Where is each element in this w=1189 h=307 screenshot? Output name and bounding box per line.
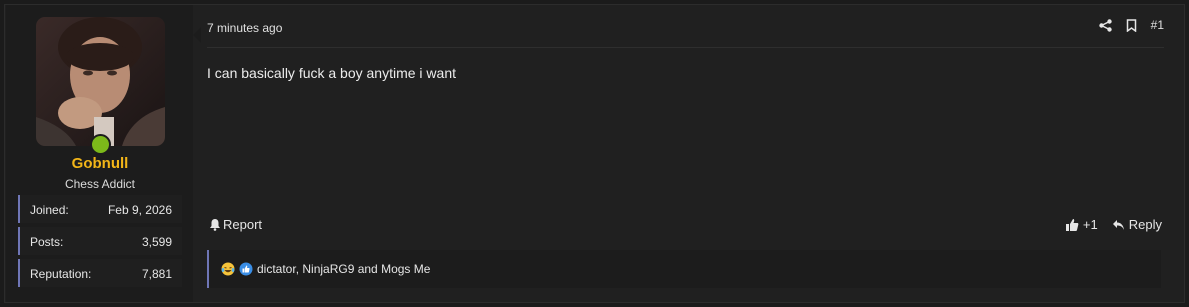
- reactions-text[interactable]: dictator, NinjaRG9 and Mogs Me: [257, 262, 430, 276]
- post-bottom-actions: +1 Reply: [1065, 217, 1162, 232]
- reply-icon: [1112, 219, 1124, 230]
- post-container: Gobnull Chess Addict Joined: Feb 9, 2026…: [4, 4, 1185, 303]
- stat-label: Posts:: [30, 235, 64, 249]
- share-icon[interactable]: [1098, 18, 1112, 32]
- user-info-column: Gobnull Chess Addict Joined: Feb 9, 2026…: [6, 5, 193, 302]
- bell-icon: [210, 219, 220, 231]
- stat-value: 7,881: [141, 267, 172, 281]
- stat-value: Feb 9, 2026: [107, 203, 172, 217]
- post-timestamp[interactable]: 7 minutes ago: [207, 21, 282, 35]
- stat-reputation: Reputation: 7,881: [18, 259, 182, 287]
- header-divider: [207, 47, 1164, 48]
- post-content: I can basically fuck a boy anytime i wan…: [207, 65, 457, 81]
- report-label: Report: [223, 217, 263, 232]
- bookmark-icon[interactable]: [1126, 18, 1137, 32]
- reply-button[interactable]: Reply: [1112, 217, 1162, 232]
- reactions-bar[interactable]: dictator, NinjaRG9 and Mogs Me: [207, 250, 1161, 288]
- user-column-arrow: [193, 27, 201, 43]
- reply-label: Reply: [1128, 217, 1162, 232]
- stat-value: 3,599: [141, 235, 172, 249]
- stat-joined: Joined: Feb 9, 2026: [18, 195, 182, 223]
- report-button[interactable]: Report: [209, 217, 262, 232]
- username[interactable]: Gobnull: [6, 155, 194, 172]
- online-status-indicator: [90, 134, 111, 155]
- avatar[interactable]: [36, 17, 165, 146]
- stat-label: Reputation:: [30, 267, 92, 281]
- like-button[interactable]: +1: [1065, 217, 1098, 232]
- like-count: +1: [1082, 217, 1098, 232]
- stat-posts: Posts: 3,599: [18, 227, 182, 255]
- post-top-actions: #1: [1098, 18, 1164, 32]
- laugh-cry-emoji-icon: [221, 262, 235, 276]
- like-emoji-icon: [239, 262, 253, 276]
- thumbs-up-icon: [1065, 218, 1079, 231]
- user-title: Chess Addict: [64, 177, 136, 191]
- stat-label: Joined:: [30, 203, 69, 217]
- post-number-link[interactable]: #1: [1151, 18, 1164, 32]
